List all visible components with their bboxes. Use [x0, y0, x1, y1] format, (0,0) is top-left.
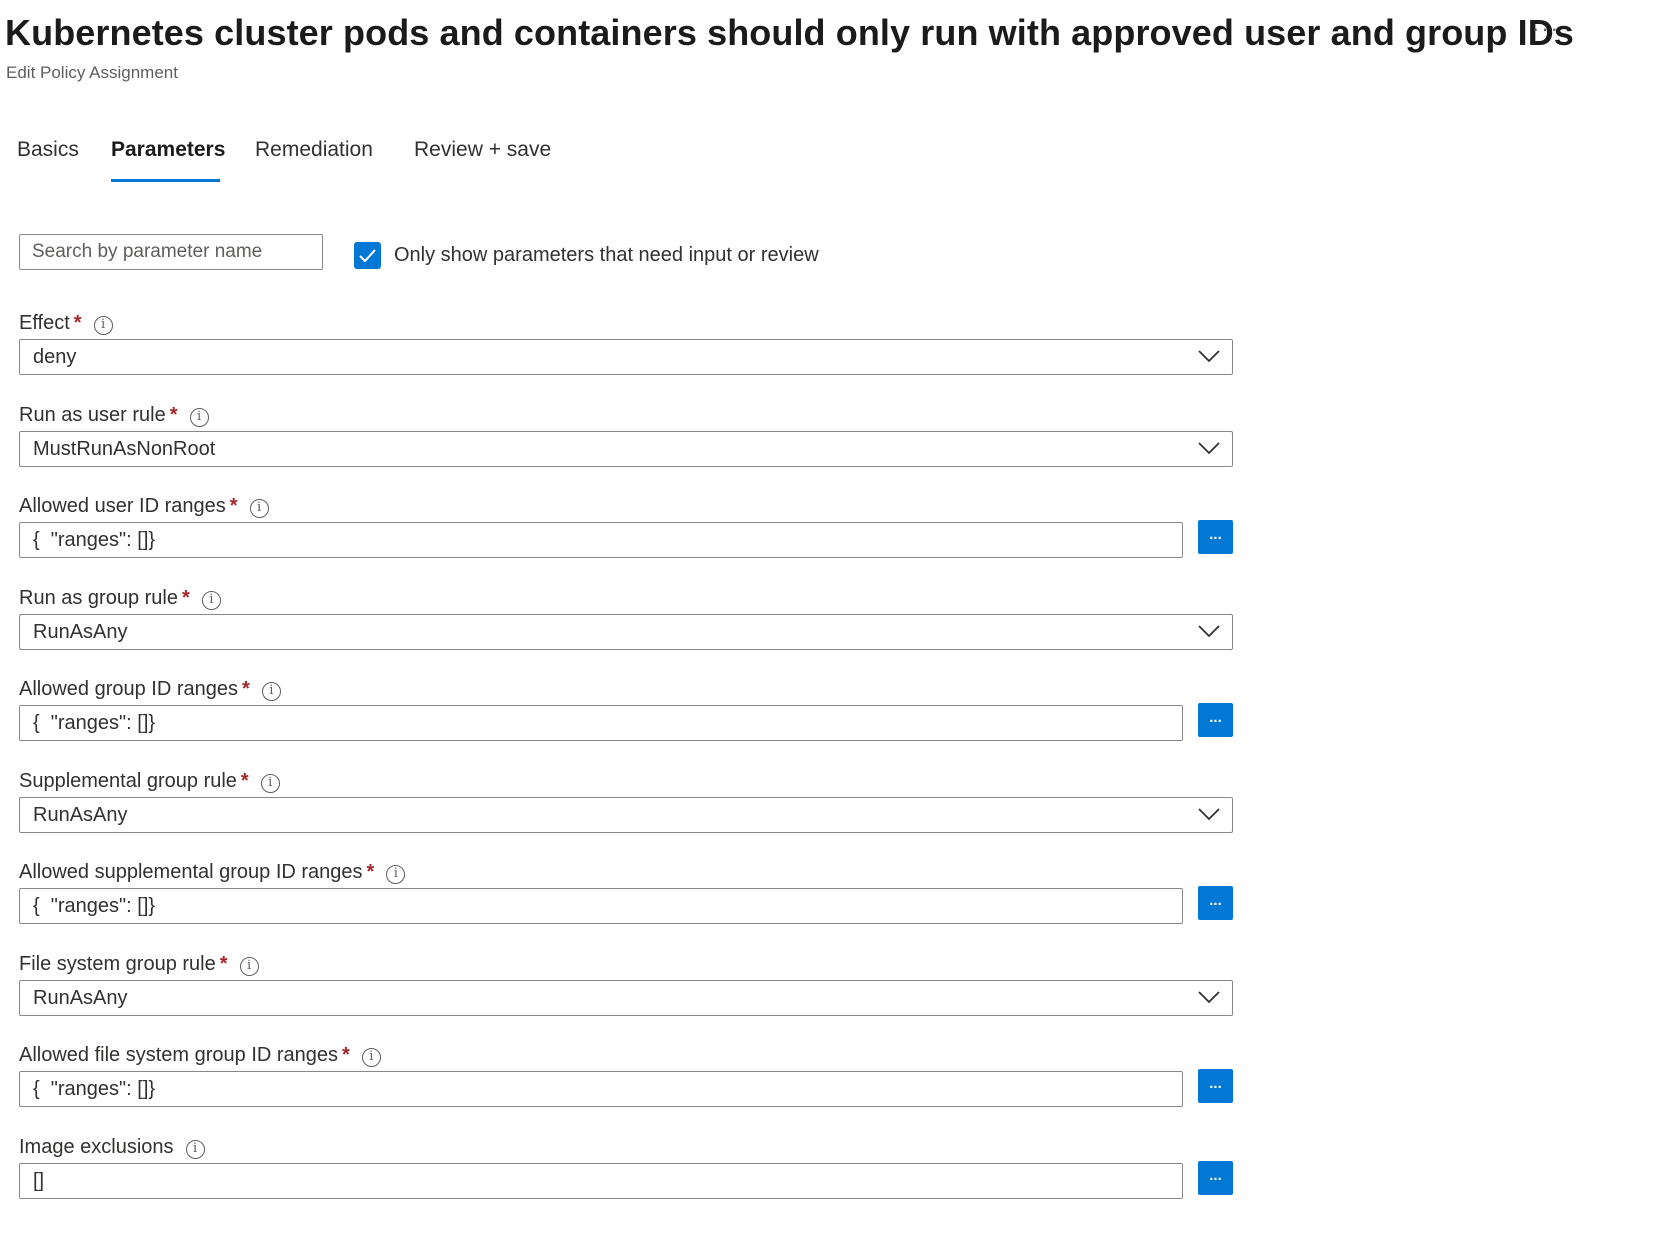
more-options-icon[interactable]: ···: [1532, 16, 1560, 42]
text-field-value: { "ranges": []}: [33, 712, 156, 734]
field-label-text: Run as group rule: [19, 587, 178, 609]
dropdown-value: RunAsAny: [33, 804, 128, 826]
chevron-down-icon: [1198, 441, 1220, 460]
info-icon[interactable]: i: [185, 1140, 205, 1159]
field-label-image-exclusions: Image exclusions i: [19, 1136, 205, 1159]
info-icon[interactable]: i: [93, 316, 113, 335]
chevron-down-icon: [1198, 807, 1220, 826]
required-marker: *: [229, 495, 238, 517]
dropdown-effect[interactable]: deny: [19, 339, 1233, 375]
dropdown-value: MustRunAsNonRoot: [33, 438, 216, 460]
edit-json-button-image-exclusions[interactable]: ...: [1198, 1161, 1233, 1195]
chevron-down-icon: [1198, 349, 1220, 368]
field-label-allowed-group-id-ranges: Allowed group ID ranges * i: [19, 678, 281, 701]
field-label-text: Allowed file system group ID ranges: [19, 1044, 339, 1066]
only-show-checkbox[interactable]: [354, 242, 381, 269]
info-icon[interactable]: i: [189, 408, 209, 427]
field-label-text: Supplemental group rule: [19, 770, 237, 792]
text-field-value: { "ranges": []}: [33, 529, 156, 551]
field-label-text: Allowed group ID ranges: [19, 678, 239, 700]
tab-parameters[interactable]: Parameters: [111, 138, 225, 162]
field-label-text: Effect: [19, 312, 70, 334]
edit-json-button-allowed-file-system-group-id-ranges[interactable]: ...: [1198, 1069, 1233, 1103]
only-show-label: Only show parameters that need input or …: [394, 244, 819, 266]
field-label-effect: Effect * i: [19, 312, 113, 335]
info-icon[interactable]: i: [239, 957, 259, 976]
required-marker: *: [169, 404, 178, 426]
chevron-down-icon: [1198, 624, 1220, 643]
info-icon[interactable]: i: [361, 1048, 381, 1067]
text-field-allowed-group-id-ranges[interactable]: { "ranges": []}: [19, 705, 1183, 741]
field-label-text: Image exclusions: [19, 1136, 174, 1158]
required-marker: *: [219, 953, 228, 975]
field-label-allowed-file-system-group-id-ranges: Allowed file system group ID ranges * i: [19, 1044, 381, 1067]
checkmark-icon: [359, 249, 376, 263]
dropdown-supplemental-group-rule[interactable]: RunAsAny: [19, 797, 1233, 833]
required-marker: *: [242, 678, 250, 700]
dropdown-value: RunAsAny: [33, 987, 128, 1009]
dropdown-value: deny: [33, 346, 77, 368]
field-label-file-system-group-rule: File system group rule * i: [19, 953, 259, 976]
page-subtitle: Edit Policy Assignment: [6, 63, 178, 82]
info-icon[interactable]: i: [261, 682, 281, 701]
info-icon[interactable]: i: [386, 865, 406, 884]
field-label-allowed-user-id-ranges: Allowed user ID ranges * i: [19, 495, 269, 518]
edit-json-button-allowed-group-id-ranges[interactable]: ...: [1198, 703, 1233, 737]
tab-remediation[interactable]: Remediation: [255, 138, 373, 162]
field-label-text: Run as user rule: [19, 404, 166, 426]
field-label-text: Allowed user ID ranges: [19, 495, 226, 517]
dropdown-run-as-group-rule[interactable]: RunAsAny: [19, 614, 1233, 650]
dropdown-value: RunAsAny: [33, 621, 128, 643]
text-field-value: { "ranges": []}: [33, 895, 156, 917]
chevron-down-icon: [1198, 990, 1220, 1009]
info-icon[interactable]: i: [201, 591, 221, 610]
field-label-text: File system group rule: [19, 953, 216, 975]
active-tab-indicator: [111, 179, 220, 182]
text-field-allowed-file-system-group-id-ranges[interactable]: { "ranges": []}: [19, 1071, 1183, 1107]
dropdown-run-as-user-rule[interactable]: MustRunAsNonRoot: [19, 431, 1233, 467]
tab-review-save[interactable]: Review + save: [414, 138, 551, 162]
required-marker: *: [73, 312, 82, 334]
required-marker: *: [342, 1044, 350, 1066]
tab-basics[interactable]: Basics: [17, 138, 79, 162]
field-label-allowed-supplemental-group-id-ranges: Allowed supplemental group ID ranges * i: [19, 861, 406, 884]
text-field-allowed-supplemental-group-id-ranges[interactable]: { "ranges": []}: [19, 888, 1183, 924]
required-marker: *: [181, 587, 190, 609]
field-label-run-as-user-rule: Run as user rule * i: [19, 404, 209, 427]
text-field-allowed-user-id-ranges[interactable]: { "ranges": []}: [19, 522, 1183, 558]
info-icon[interactable]: i: [249, 499, 269, 518]
field-label-supplemental-group-rule: Supplemental group rule * i: [19, 770, 280, 793]
edit-json-button-allowed-user-id-ranges[interactable]: ...: [1198, 520, 1233, 554]
page-title: Kubernetes cluster pods and containers s…: [5, 12, 1574, 53]
info-icon[interactable]: i: [260, 774, 280, 793]
text-field-value: []: [33, 1170, 45, 1192]
text-field-value: { "ranges": []}: [33, 1078, 156, 1100]
required-marker: *: [366, 861, 375, 883]
field-label-text: Allowed supplemental group ID ranges: [19, 861, 363, 883]
field-label-run-as-group-rule: Run as group rule * i: [19, 587, 221, 610]
text-field-image-exclusions[interactable]: []: [19, 1163, 1183, 1199]
edit-json-button-allowed-supplemental-group-id-ranges[interactable]: ...: [1198, 886, 1233, 920]
dropdown-file-system-group-rule[interactable]: RunAsAny: [19, 980, 1233, 1016]
required-marker: *: [240, 770, 249, 792]
search-input[interactable]: [19, 234, 323, 270]
